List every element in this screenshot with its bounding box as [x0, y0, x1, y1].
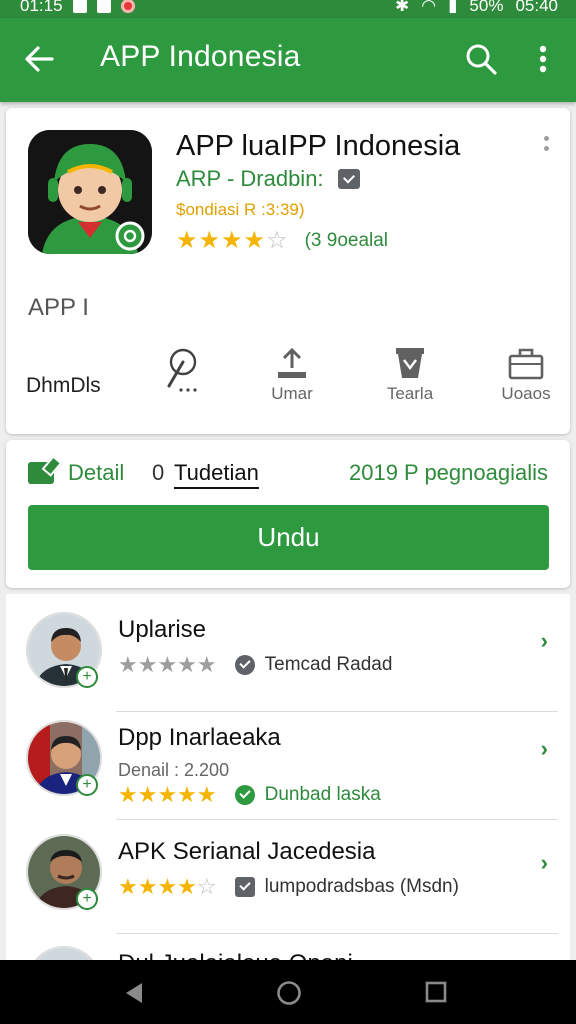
action-label: Umar	[271, 384, 313, 403]
action-umar[interactable]: Umar	[252, 346, 332, 404]
cartoon-character-icon	[28, 130, 152, 254]
action-tearla[interactable]: Tearla	[370, 346, 450, 404]
notification-icon	[96, 0, 111, 13]
developer-name[interactable]: ARP - Dradbin:	[176, 166, 324, 192]
tab-detail[interactable]: Detail	[28, 460, 124, 486]
system-nav-bar	[0, 960, 576, 1024]
list-item-stars: ★★★★★	[118, 652, 217, 677]
chevron-right-icon[interactable]: ›	[541, 850, 548, 876]
price-text: $ondiasi R :3:39)	[176, 200, 305, 219]
action-label: Uoaos	[501, 384, 551, 403]
app-bar-title: APP Indonesia	[100, 40, 301, 73]
avatar	[26, 946, 102, 960]
nav-home-icon[interactable]	[276, 980, 302, 1006]
tag-icon	[28, 462, 54, 484]
bluetooth-icon: ✱	[394, 0, 410, 15]
tab-tudetian[interactable]: Tudetian	[174, 460, 259, 489]
list-item-title: Dul Jualajalaua Opani	[118, 950, 353, 960]
list-item-meta-text: lumpodradsbas (Msdn)	[264, 876, 459, 897]
upload-icon	[278, 347, 306, 378]
list-item-title: Uplarise	[118, 616, 207, 643]
related-list: + Uplarise ★★★★★ Temcad Radad › + Dpp In…	[6, 594, 570, 960]
chevron-right-icon[interactable]: ›	[541, 628, 548, 654]
list-item-title: Dpp Inarlaeaka	[118, 724, 281, 751]
list-item-meta: ★★★★★ Temcad Radad	[118, 652, 392, 678]
status-left-text: 01:15	[20, 0, 63, 15]
action-first-label[interactable]: DhmDls	[26, 374, 101, 398]
action-row: DhmDls Umar Tearla Uoaos	[6, 346, 570, 416]
list-item-title: APK Serianal Jacedesia	[118, 838, 376, 865]
signal-icon: ▮	[448, 0, 458, 15]
list-item[interactable]: + Uplarise ★★★★★ Temcad Radad ›	[6, 594, 570, 712]
list-item-meta-text: Dunbad laska	[264, 784, 381, 805]
add-badge-icon: +	[76, 666, 98, 688]
nav-recent-icon[interactable]	[424, 980, 448, 1004]
person-avatar-icon	[28, 948, 100, 960]
list-item-stars: ★★★★★	[118, 782, 217, 807]
briefcase-icon	[508, 348, 544, 380]
bag-icon	[396, 348, 424, 378]
back-arrow-icon[interactable]	[22, 42, 56, 76]
add-badge-icon: +	[76, 774, 98, 796]
status-time: 05:40	[515, 0, 558, 15]
star-rating: ★★★★☆	[176, 227, 289, 254]
list-item-stars: ★★★★☆	[118, 874, 217, 899]
list-item-subtitle: Denail : 2.200	[118, 760, 230, 780]
add-badge-icon: +	[76, 888, 98, 910]
install-button[interactable]: Undu	[28, 505, 549, 570]
list-item-meta: ★★★★☆ lumpodradsbas (Msdn)	[118, 874, 459, 900]
more-vert-icon[interactable]	[528, 42, 558, 76]
app-bar: APP Indonesia	[0, 18, 576, 102]
tab-right-info: 2019 P pegnoagialis	[349, 460, 548, 485]
action-uoaos[interactable]: Uoaos	[486, 346, 566, 404]
card-more-icon[interactable]	[544, 136, 550, 158]
notification-icon	[72, 0, 87, 13]
list-item[interactable]: Dul Jualajalaua Opani ›	[6, 928, 570, 960]
wifi-icon: ◠	[421, 0, 437, 15]
action-touch[interactable]	[142, 346, 222, 398]
tab-number: 0	[152, 460, 165, 485]
notification-icon	[120, 0, 135, 13]
check-icon	[234, 655, 255, 675]
list-item-meta-text: Temcad Radad	[264, 654, 393, 675]
touch-icon	[167, 348, 197, 392]
list-item[interactable]: + APK Serianal Jacedesia ★★★★☆ lumpodrad…	[6, 816, 570, 934]
tab-detail-label: Detail	[68, 460, 125, 485]
battery-text: 50%	[469, 0, 504, 15]
install-button-label: Undu	[257, 522, 320, 552]
search-icon[interactable]	[464, 42, 498, 76]
verified-badge-icon	[337, 169, 360, 189]
app-icon[interactable]	[28, 130, 152, 254]
detail-tabs: Detail 0 Tudetian 2019 P pegnoagialis	[28, 460, 548, 492]
app-short-label: APP I	[28, 294, 89, 321]
detail-card: Detail 0 Tudetian 2019 P pegnoagialis Un…	[6, 440, 570, 588]
nav-back-icon[interactable]	[122, 980, 148, 1006]
status-bar: 01:15 ✱ ◠ ▮ 50% 05:40	[0, 0, 576, 18]
app-header-card: APP luaIPP Indonesia ARP - Dradbin: $ond…	[6, 108, 570, 434]
list-item[interactable]: + Dpp Inarlaeaka Denail : 2.200 ★★★★★ Du…	[6, 702, 570, 820]
rating-row: ★★★★☆ (3 9oealal	[176, 226, 388, 255]
developer-row[interactable]: ARP - Dradbin:	[176, 166, 360, 192]
chevron-right-icon[interactable]: ›	[541, 736, 548, 762]
check-icon	[234, 877, 255, 897]
list-item-meta: ★★★★★ Dunbad laska	[118, 782, 381, 808]
app-name: APP luaIPP Indonesia	[176, 130, 461, 162]
check-icon	[234, 785, 255, 805]
rating-count: (3 9oealal	[304, 229, 389, 251]
action-label: Tearla	[386, 384, 434, 403]
